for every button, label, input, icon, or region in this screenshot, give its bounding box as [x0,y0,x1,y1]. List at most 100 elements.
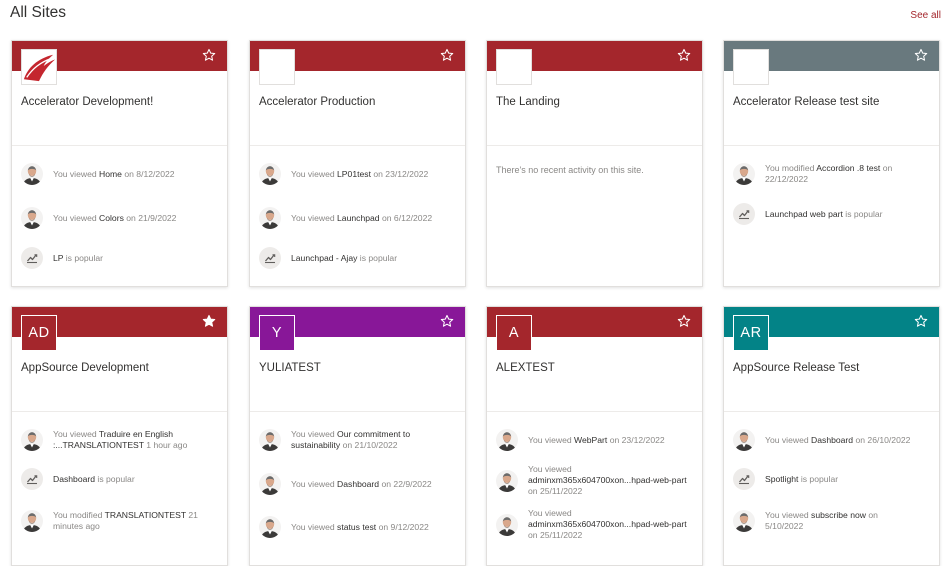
see-all-link[interactable]: See all [910,10,941,21]
no-activity-message: There's no recent activity on this site. [496,165,644,175]
site-card[interactable]: Y YULIATEST You viewed Our commitment to… [249,306,466,566]
site-title[interactable]: Accelerator Development! [21,96,153,108]
activity-item[interactable]: You viewed Dashboard on 26/10/2022 [733,429,931,451]
site-title[interactable]: The Landing [496,96,560,108]
site-card[interactable]: Accelerator Production You viewed LP01te… [249,40,466,287]
site-logo-image [496,49,532,85]
avatar [259,429,281,451]
trending-icon [733,203,755,225]
trending-icon [259,247,281,269]
site-card[interactable]: Accelerator Release test site You modifi… [723,40,940,287]
activity-item[interactable]: You modified TRANSLATIONTEST 21 minutes … [21,510,219,532]
star-outline-icon[interactable] [677,314,691,328]
activity-text: You modified Accordion .8 test on 22/12/… [765,163,893,184]
activity-item[interactable]: You viewed adminxm365x604700xon...hpad-w… [496,508,694,541]
site-initials-logo: A [496,315,532,351]
star-outline-icon[interactable] [440,48,454,62]
trending-icon [733,468,755,490]
avatar [259,473,281,495]
avatar [21,207,43,229]
activity-text: You viewed adminxm365x604700xon...hpad-w… [528,464,687,496]
card-divider [487,411,702,412]
site-title[interactable]: AppSource Release Test [733,362,859,374]
activity-text: You viewed adminxm365x604700xon...hpad-w… [528,508,687,540]
card-divider [250,411,465,412]
site-initials-logo: AD [21,315,57,351]
avatar [496,429,518,451]
site-initials-logo: Y [259,315,295,351]
activity-item[interactable]: You viewed Launchpad on 6/12/2022 [259,207,457,229]
avatar [733,429,755,451]
site-card[interactable]: AD AppSource Development You viewed Trad… [11,306,228,566]
site-title[interactable]: AppSource Development [21,362,149,374]
activity-text: You modified TRANSLATIONTEST 21 minutes … [53,510,198,531]
site-card[interactable]: Accelerator Development! You viewed Home… [11,40,228,287]
avatar [496,514,518,536]
activity-text: You viewed status test on 9/12/2022 [291,521,429,532]
activity-text: Launchpad - Ajay is popular [291,252,398,263]
site-logo-image [259,49,295,85]
site-card[interactable]: AR AppSource Release Test You viewed Das… [723,306,940,566]
activity-item[interactable]: You viewed LP01test on 23/12/2022 [259,163,457,185]
site-initials-logo: AR [733,315,769,351]
page-title: All Sites [10,4,66,21]
star-filled-icon[interactable] [202,314,216,328]
avatar [496,470,518,492]
activity-text: You viewed subscribe now on 5/10/2022 [765,510,878,531]
activity-item[interactable]: You viewed Our commitment to sustainabil… [259,429,457,451]
site-title[interactable]: Accelerator Production [259,96,375,108]
trending-icon [21,468,43,490]
activity-item[interactable]: You viewed subscribe now on 5/10/2022 [733,510,931,532]
activity-text: You viewed Home on 8/12/2022 [53,168,175,179]
activity-item[interactable]: You modified Accordion .8 test on 22/12/… [733,163,931,185]
avatar [259,516,281,538]
activity-text: You viewed Colors on 21/9/2022 [53,212,177,223]
avatar [21,163,43,185]
card-divider [724,145,939,146]
star-outline-icon[interactable] [677,48,691,62]
star-outline-icon[interactable] [440,314,454,328]
card-divider [250,145,465,146]
activity-item[interactable]: You viewed WebPart on 23/12/2022 [496,429,694,451]
trending-icon [21,247,43,269]
activity-item[interactable]: You viewed Traduire en English :...TRANS… [21,429,219,451]
site-title[interactable]: ALEXTEST [496,362,555,374]
site-card[interactable]: The Landing There's no recent activity o… [486,40,703,287]
site-logo-image [733,49,769,85]
avatar [259,207,281,229]
activity-text: You viewed Our commitment to sustainabil… [291,429,411,450]
activity-item[interactable]: Dashboard is popular [21,468,219,490]
activity-text: Launchpad web part is popular [765,208,883,219]
star-outline-icon[interactable] [202,48,216,62]
swoosh-logo-icon [22,50,56,84]
star-outline-icon[interactable] [914,48,928,62]
activity-item[interactable]: You viewed adminxm365x604700xon...hpad-w… [496,464,694,497]
activity-text: You viewed WebPart on 23/12/2022 [528,434,665,445]
activity-text: You viewed Traduire en English :...TRANS… [53,429,188,450]
card-divider [12,145,227,146]
site-title[interactable]: Accelerator Release test site [733,96,879,108]
activity-item[interactable]: You viewed Dashboard on 22/9/2022 [259,473,457,495]
activity-item[interactable]: You viewed status test on 9/12/2022 [259,516,457,538]
site-title[interactable]: YULIATEST [259,362,321,374]
activity-text: Dashboard is popular [53,473,135,484]
activity-text: You viewed Dashboard on 26/10/2022 [765,434,911,445]
activity-text: Spotlight is popular [765,473,839,484]
card-divider [724,411,939,412]
site-card[interactable]: A ALEXTEST You viewed WebPart on 23/12/2… [486,306,703,566]
avatar [259,163,281,185]
activity-item[interactable]: Launchpad web part is popular [733,203,931,225]
avatar [733,163,755,185]
activity-item[interactable]: Spotlight is popular [733,468,931,490]
activity-text: LP is popular [53,252,104,263]
activity-item[interactable]: Launchpad - Ajay is popular [259,247,457,269]
activity-text: You viewed Dashboard on 22/9/2022 [291,478,432,489]
activity-item[interactable]: LP is popular [21,247,219,269]
activity-text: You viewed LP01test on 23/12/2022 [291,168,429,179]
avatar [733,510,755,532]
activity-item[interactable]: You viewed Home on 8/12/2022 [21,163,219,185]
activity-text: You viewed Launchpad on 6/12/2022 [291,212,433,223]
star-outline-icon[interactable] [914,314,928,328]
avatar [21,429,43,451]
activity-item[interactable]: You viewed Colors on 21/9/2022 [21,207,219,229]
